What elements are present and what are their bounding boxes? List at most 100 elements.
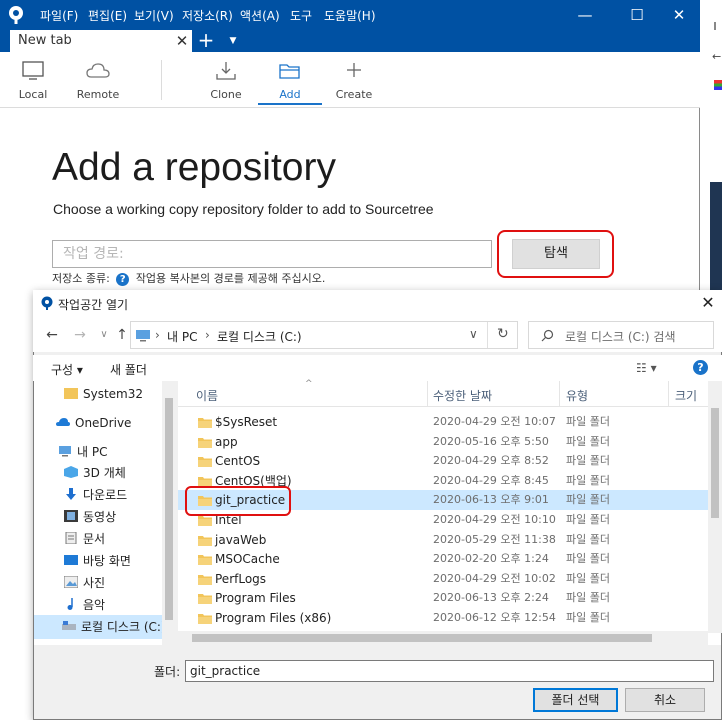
nav-item-label: 바탕 화면 [83,554,131,568]
up-arrow-icon[interactable]: ↑ [112,326,132,344]
column-divider [668,381,669,407]
tab-close-icon[interactable]: ✕ [174,30,190,52]
toolbar-divider [161,60,162,100]
help-icon[interactable]: ? [693,360,708,375]
menu-file[interactable]: 파일(F) [40,7,78,24]
file-modified: 2020-04-29 오후 8:45 [433,474,549,487]
file-type: 파일 폴더 [566,552,610,565]
folder-label: 폴더: [154,665,181,679]
file-row[interactable]: PerfLogs 2020-04-29 오전 10:02 파일 폴더 [178,569,708,589]
toolbar-remote-button[interactable]: Remote [68,56,128,104]
toolbar-label: Add [279,88,301,101]
forward-arrow-icon[interactable]: → [70,326,90,344]
chevron-down-icon[interactable]: ∨ [469,327,478,341]
back-arrow-icon[interactable]: ← [42,326,62,344]
film-icon [64,510,78,522]
breadcrumb-my-pc[interactable]: 내 PC [167,328,197,345]
file-list-scrollbar-thumb[interactable] [711,408,719,518]
sourcetree-logo-icon [41,296,53,310]
folder-icon [198,457,212,467]
file-row[interactable]: app 2020-05-16 오후 5:50 파일 폴더 [178,432,708,452]
folder-icon [198,536,212,546]
folder-name-input[interactable] [185,660,714,682]
toolbar-clone-button[interactable]: Clone [196,56,256,104]
nav-item-label: 다운로드 [83,488,128,502]
breadcrumb-local-disk[interactable]: 로컬 디스크 (C:) [217,328,302,345]
column-divider [559,381,560,407]
repo-type-label: 저장소 종류: [52,272,110,285]
column-header-modified[interactable]: 수정한 날짜 [433,387,492,404]
file-type: 파일 폴더 [566,533,610,546]
recent-dropdown-icon[interactable]: ∨ [94,326,114,344]
toolbar-local-button[interactable]: Local [3,56,63,104]
folder-icon [198,555,212,565]
browse-highlight-box [497,230,614,278]
breadcrumb-separator: › [155,328,160,342]
nav-scrollbar-thumb[interactable] [165,398,173,620]
minimize-button[interactable]: — [562,0,608,30]
nav-item-label: 로컬 디스크 (C:) [81,620,166,634]
file-row[interactable]: javaWeb 2020-05-29 오전 11:38 파일 폴더 [178,530,708,550]
computer-icon [59,446,71,457]
tab-menu-chevron-icon[interactable]: ▼ [226,30,240,52]
select-folder-button[interactable]: 폴더 선택 [533,688,618,712]
menu-edit[interactable]: 편집(E) [88,7,127,24]
column-header-name[interactable]: 이름 [196,387,218,404]
nav-item-label: 내 PC [77,445,108,459]
menu-view[interactable]: 보기(V) [134,7,174,24]
cube-icon [64,466,78,478]
address-bar[interactable]: › 내 PC › 로컬 디스크 (C:) ∨ ↻ [130,321,518,349]
toolbar-label: Clone [210,88,242,101]
page-title: Add a repository [52,146,336,189]
cloud-icon [86,63,110,78]
nav-item-label: 음악 [83,598,106,612]
file-name: PerfLogs [215,572,267,586]
breadcrumb-separator: › [205,328,210,342]
file-modified: 2020-04-29 오후 8:52 [433,454,549,467]
file-name: Program Files [215,591,296,605]
nav-item-label: 동영상 [83,510,117,524]
view-options-icon[interactable]: ☷ ▾ [636,361,657,375]
file-type: 파일 폴더 [566,513,610,526]
column-header-type[interactable]: 유형 [566,387,588,404]
nav-item-onedrive[interactable]: OneDrive [56,412,178,434]
file-row[interactable]: CentOS 2020-04-29 오후 8:52 파일 폴더 [178,451,708,471]
new-tab-button[interactable]: + [196,30,216,52]
search-input[interactable]: 로컬 디스크 (C:) 검색 [528,321,714,349]
menu-help[interactable]: 도움말(H) [324,7,376,24]
file-row[interactable]: Program Files 2020-06-13 오후 2:24 파일 폴더 [178,588,708,608]
nav-item-label: System32 [83,387,144,401]
new-folder-button[interactable]: 새 폴더 [110,361,147,378]
search-icon [541,329,554,342]
music-icon [67,598,73,610]
file-name: javaWeb [215,533,267,547]
dialog-close-icon[interactable]: ✕ [698,292,718,314]
refresh-icon[interactable]: ↻ [497,326,509,342]
file-type: 파일 폴더 [566,611,610,624]
menu-actions[interactable]: 액션(A) [240,7,280,24]
organize-menu[interactable]: 구성 ▾ [51,361,83,378]
file-type: 파일 폴더 [566,591,610,604]
document-icon [65,532,77,544]
sort-indicator-icon: ^ [305,379,313,389]
file-row[interactable]: $SysReset 2020-04-29 오전 10:07 파일 폴더 [178,412,708,432]
column-header-size[interactable]: 크기 [675,387,697,404]
folder-icon [198,594,212,604]
cancel-button[interactable]: 취소 [625,688,705,712]
tab-new-tab[interactable]: New tab [10,30,192,52]
toolbar-create-button[interactable]: Create [324,56,384,104]
file-modified: 2020-06-12 오후 12:54 [433,611,556,624]
file-name: CentOS [215,454,261,468]
close-button[interactable]: ✕ [656,0,702,30]
working-path-input[interactable] [52,240,492,268]
menu-repository[interactable]: 저장소(R) [182,7,233,24]
file-modified: 2020-04-29 오전 10:07 [433,415,556,428]
toolbar-add-button[interactable]: Add [260,56,320,104]
file-row[interactable]: Program Files (x86) 2020-06-12 오후 12:54 파일… [178,608,708,628]
file-row[interactable]: MSOCache 2020-02-20 오후 1:24 파일 폴더 [178,549,708,569]
file-list-horizontal-thumb[interactable] [192,634,652,642]
file-type: 파일 폴더 [566,474,610,487]
maximize-button[interactable]: ☐ [614,0,660,30]
cloud-icon [56,418,70,426]
menu-tools[interactable]: 도구 [290,7,312,24]
